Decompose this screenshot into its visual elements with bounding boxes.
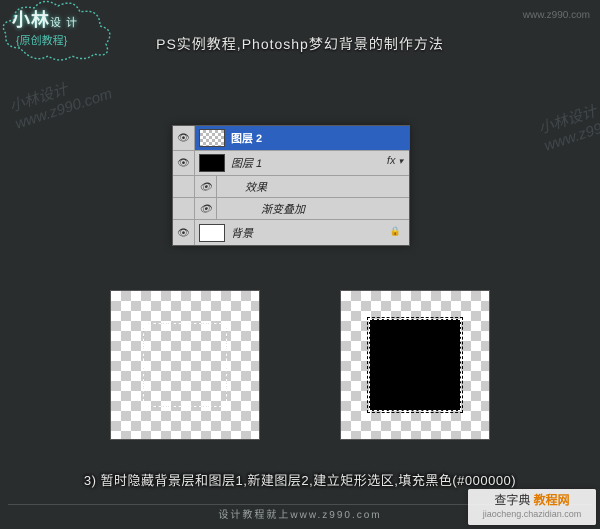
step-caption: 3) 暂时隐藏背景层和图层1,新建图层2,建立矩形选区,填充黑色(#000000…	[0, 470, 600, 489]
canvas-filled-selection	[340, 290, 490, 440]
brand-main: 小林	[12, 10, 50, 30]
badge-url: jiaocheng.chazidian.com	[483, 509, 582, 521]
visibility-toggle[interactable]	[173, 126, 195, 150]
filled-rectangle	[369, 319, 461, 411]
eye-icon	[177, 157, 190, 169]
eye-icon	[177, 227, 190, 239]
visibility-toggle[interactable]	[195, 176, 217, 197]
effect-label: 效果	[217, 176, 267, 197]
layer-row-background[interactable]: 背景	[173, 220, 409, 245]
canvas-empty-selection	[110, 290, 260, 440]
watermark-text: 小林设计 www.z990.com	[536, 87, 600, 154]
layer-name: 图层 1	[231, 155, 409, 171]
brand-suffix: 设 计	[50, 17, 78, 29]
layer-thumbnail	[199, 224, 225, 242]
layer-effect-item[interactable]: 渐变叠加	[173, 198, 409, 220]
badge-brand: 查字典	[494, 493, 530, 507]
page-title: PS实例教程,Photoshp梦幻背景的制作方法	[0, 34, 600, 54]
visibility-toggle[interactable]	[195, 198, 217, 219]
layer-effects-header[interactable]: 效果	[173, 176, 409, 198]
marquee-selection	[143, 323, 227, 407]
visibility-toggle[interactable]	[173, 151, 195, 175]
illustration-row	[0, 290, 600, 440]
source-url: www.z990.com	[523, 10, 590, 21]
layer-row-selected[interactable]: 图层 2	[173, 126, 409, 151]
layer-thumbnail	[199, 154, 225, 172]
layer-thumbnail	[199, 129, 225, 147]
eye-icon	[199, 203, 212, 215]
badge-brand-suffix: 教程网	[530, 493, 569, 507]
layer-name: 图层 2	[231, 130, 409, 146]
fx-badge[interactable]: fx	[387, 155, 403, 167]
eye-icon	[177, 132, 190, 144]
effect-label: 渐变叠加	[217, 198, 305, 219]
visibility-toggle[interactable]	[173, 220, 195, 245]
layers-panel: 图层 2 图层 1 fx 效果 渐变叠加 背景	[172, 125, 410, 246]
layer-name: 背景	[231, 225, 409, 241]
eye-icon	[199, 181, 212, 193]
watermark-text: 小林设计 www.z990.com	[7, 65, 115, 132]
layer-row[interactable]: 图层 1 fx	[173, 151, 409, 176]
source-watermark-badge: 查字典 教程网 jiaocheng.chazidian.com	[468, 489, 596, 525]
